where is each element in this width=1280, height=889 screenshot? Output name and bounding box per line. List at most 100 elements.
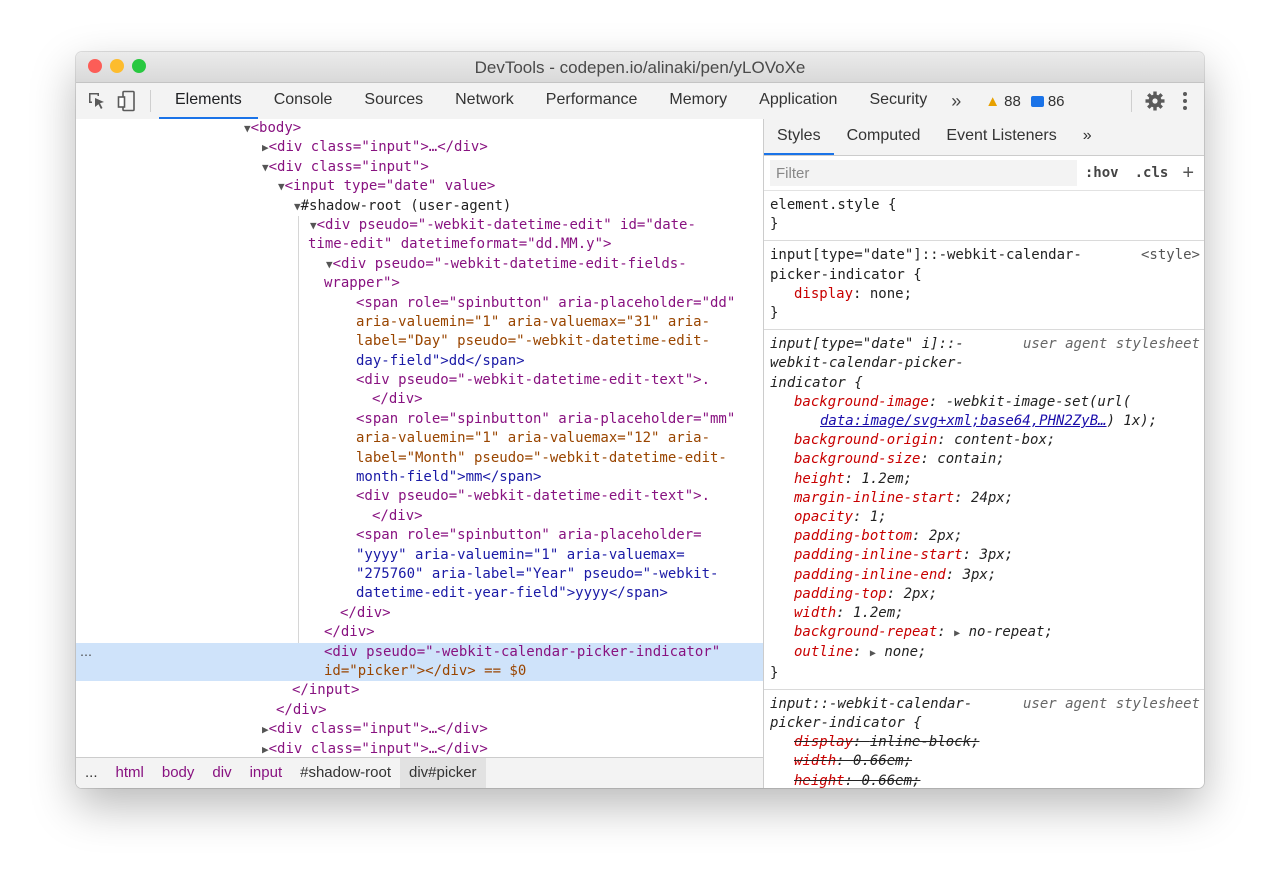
data-url-link[interactable]: data:image/svg+xml;base64,PHN2ZyB… <box>820 413 1107 429</box>
breadcrumb-input[interactable]: input <box>241 758 292 788</box>
dom-node[interactable]: ▼#shadow-root (user-agent) <box>76 197 763 216</box>
expanded-triangle-icon[interactable]: ▼ <box>310 219 317 232</box>
breadcrumb-shadow-root[interactable]: #shadow-root <box>291 758 400 788</box>
dom-node-wrap[interactable]: aria-valuemin="1" aria-valuemax="31" ari… <box>76 313 763 332</box>
expanded-triangle-icon[interactable]: ▼ <box>326 258 333 271</box>
expanded-triangle-icon[interactable]: ▼ <box>244 122 251 135</box>
style-property: padding-inline-start: 3px; <box>794 547 1014 564</box>
dom-node-wrap[interactable]: "275760" aria-label="Year" pseudo="-webk… <box>76 565 763 584</box>
tab-styles[interactable]: Styles <box>764 119 834 155</box>
breadcrumb-body[interactable]: body <box>153 758 204 788</box>
tab-network[interactable]: Network <box>439 83 530 119</box>
hov-toggle[interactable]: :hov <box>1077 165 1127 181</box>
window-title: DevTools - codepen.io/alinaki/pen/yLOVoX… <box>474 58 806 77</box>
dom-node-wrap[interactable]: "yyyy" aria-valuemin="1" aria-valuemax= <box>76 546 763 565</box>
collapsed-triangle-icon[interactable]: ▶ <box>262 743 269 756</box>
dom-node-close[interactable]: </input> <box>76 681 763 700</box>
elements-panel: ▼<body> ▶<div class="input">…</div> ▼<di… <box>76 119 764 788</box>
style-rule-ua: user agent stylesheet input::-webkit-cal… <box>764 690 1204 788</box>
new-style-rule-button[interactable]: + <box>1176 162 1200 185</box>
style-property: width: 1.2em; <box>794 605 904 622</box>
style-rule-element: element.style { } <box>764 191 1204 242</box>
more-styles-tabs-button[interactable]: » <box>1070 119 1105 155</box>
expanded-triangle-icon[interactable]: ▼ <box>294 200 301 213</box>
style-property: padding-bottom: 2px; <box>794 528 963 545</box>
expand-shorthand-icon[interactable]: ▶ <box>954 628 960 639</box>
overridden-style-property: width: 0.66em; <box>794 753 913 770</box>
cls-toggle[interactable]: .cls <box>1127 165 1177 181</box>
dom-node[interactable]: <div pseudo="-webkit-datetime-edit-text"… <box>76 487 763 506</box>
tab-memory[interactable]: Memory <box>653 83 743 119</box>
dom-node[interactable]: ▼<div pseudo="-webkit-datetime-edit-fiel… <box>76 255 763 274</box>
dom-node-close[interactable]: </div> <box>76 623 763 642</box>
inspect-element-icon[interactable] <box>82 83 112 119</box>
kebab-menu-icon[interactable] <box>1170 83 1200 119</box>
dom-node-wrap[interactable]: day-field">dd</span> <box>76 352 763 371</box>
warning-icon: ▲ <box>985 92 1001 110</box>
dom-node-wrap[interactable]: label="Month" pseudo="-webkit-datetime-e… <box>76 449 763 468</box>
dom-node[interactable]: <span role="spinbutton" aria-placeholder… <box>76 526 763 545</box>
selected-dom-node-wrap[interactable]: id="picker"></div> == $0 <box>76 661 763 682</box>
dom-node[interactable]: ▼<div pseudo="-webkit-datetime-edit" id=… <box>76 216 763 235</box>
dom-node[interactable]: ▶<div class="input">…</div> <box>76 720 763 739</box>
dom-node-close[interactable]: </div> <box>76 604 763 623</box>
style-property[interactable]: display: none; <box>770 285 1200 304</box>
tab-performance[interactable]: Performance <box>530 83 654 119</box>
style-property: background-size: contain; <box>794 451 1005 468</box>
rule-selector[interactable]: element.style { <box>770 196 1200 215</box>
styles-pane: Styles Computed Event Listeners » :hov .… <box>764 119 1204 788</box>
dom-node[interactable]: ▼<input type="date" value> <box>76 177 763 196</box>
tab-console[interactable]: Console <box>258 83 349 119</box>
dom-node-close[interactable]: </div> <box>76 390 763 409</box>
style-property: height: 1.2em; <box>794 470 913 487</box>
dom-node[interactable]: ▼<div class="input"> <box>76 158 763 177</box>
dom-node[interactable]: ▼<body> <box>76 119 763 138</box>
gear-icon[interactable] <box>1140 83 1170 119</box>
tab-application[interactable]: Application <box>743 83 853 119</box>
device-toolbar-icon[interactable] <box>112 83 142 119</box>
rule-selector-cont: webkit-calendar-picker- <box>770 355 964 372</box>
expanded-triangle-icon[interactable]: ▼ <box>262 161 269 174</box>
dom-node-wrap[interactable]: month-field">mm</span> <box>76 468 763 487</box>
breadcrumb-overflow[interactable]: ... <box>76 758 107 788</box>
more-tabs-button[interactable]: » <box>943 91 969 112</box>
rule-close: } <box>770 664 779 681</box>
breadcrumb-div[interactable]: div <box>203 758 240 788</box>
dom-node-wrap[interactable]: wrapper"> <box>76 274 763 293</box>
dom-node-wrap[interactable]: datetime-edit-year-field">yyyy</span> <box>76 584 763 603</box>
tab-sources[interactable]: Sources <box>348 83 439 119</box>
tab-security[interactable]: Security <box>853 83 943 119</box>
dom-node[interactable]: <span role="spinbutton" aria-placeholder… <box>76 410 763 429</box>
overridden-style-property: height: 0.66em; <box>794 772 921 788</box>
dom-node-wrap[interactable]: label="Day" pseudo="-webkit-datetime-edi… <box>76 332 763 351</box>
tab-event-listeners[interactable]: Event Listeners <box>933 119 1069 155</box>
collapsed-triangle-icon[interactable]: ▶ <box>262 141 269 154</box>
breadcrumb-html[interactable]: html <box>107 758 153 788</box>
rule-selector-cont[interactable]: picker-indicator { <box>770 266 1200 285</box>
expand-shorthand-icon[interactable]: ▶ <box>870 648 876 659</box>
style-property: background-repeat: ▶ no-repeat; <box>794 624 1053 641</box>
main-toolbar: Elements Console Sources Network Perform… <box>76 83 1204 120</box>
dom-node-wrap[interactable]: time-edit" datetimeformat="dd.MM.y"> <box>76 235 763 254</box>
tab-computed[interactable]: Computed <box>834 119 934 155</box>
style-rule-ua: user agent stylesheet input[type="date" … <box>764 330 1204 690</box>
devtools-window: DevTools - codepen.io/alinaki/pen/yLOVoX… <box>76 52 1204 788</box>
dom-node[interactable]: ▶<div class="input">…</div> <box>76 740 763 759</box>
rule-selector[interactable]: input[type="date"]::-webkit-calendar- <box>770 246 1200 265</box>
issue-counters[interactable]: ▲ 88 86 <box>985 93 1064 110</box>
dom-node-close[interactable]: </div> <box>76 701 763 720</box>
breadcrumb-div-picker[interactable]: div#picker <box>400 758 486 788</box>
styles-filter-input[interactable] <box>770 160 1077 186</box>
rule-origin-link[interactable]: <style> <box>1141 246 1200 265</box>
dom-node-close[interactable]: </div> <box>76 507 763 526</box>
dom-node[interactable]: <div pseudo="-webkit-datetime-edit-text"… <box>76 371 763 390</box>
selected-dom-node[interactable]: … <div pseudo="-webkit-calendar-picker-in… <box>76 642 763 662</box>
tab-elements[interactable]: Elements <box>159 83 258 119</box>
collapsed-triangle-icon[interactable]: ▶ <box>262 723 269 736</box>
node-actions-ellipsis-icon[interactable]: … <box>80 643 92 662</box>
rule-origin: user agent stylesheet <box>1022 336 1200 353</box>
expanded-triangle-icon[interactable]: ▼ <box>278 180 285 193</box>
dom-node[interactable]: ▶<div class="input">…</div> <box>76 138 763 157</box>
dom-node-wrap[interactable]: aria-valuemin="1" aria-valuemax="12" ari… <box>76 429 763 448</box>
dom-node[interactable]: <span role="spinbutton" aria-placeholder… <box>76 294 763 313</box>
